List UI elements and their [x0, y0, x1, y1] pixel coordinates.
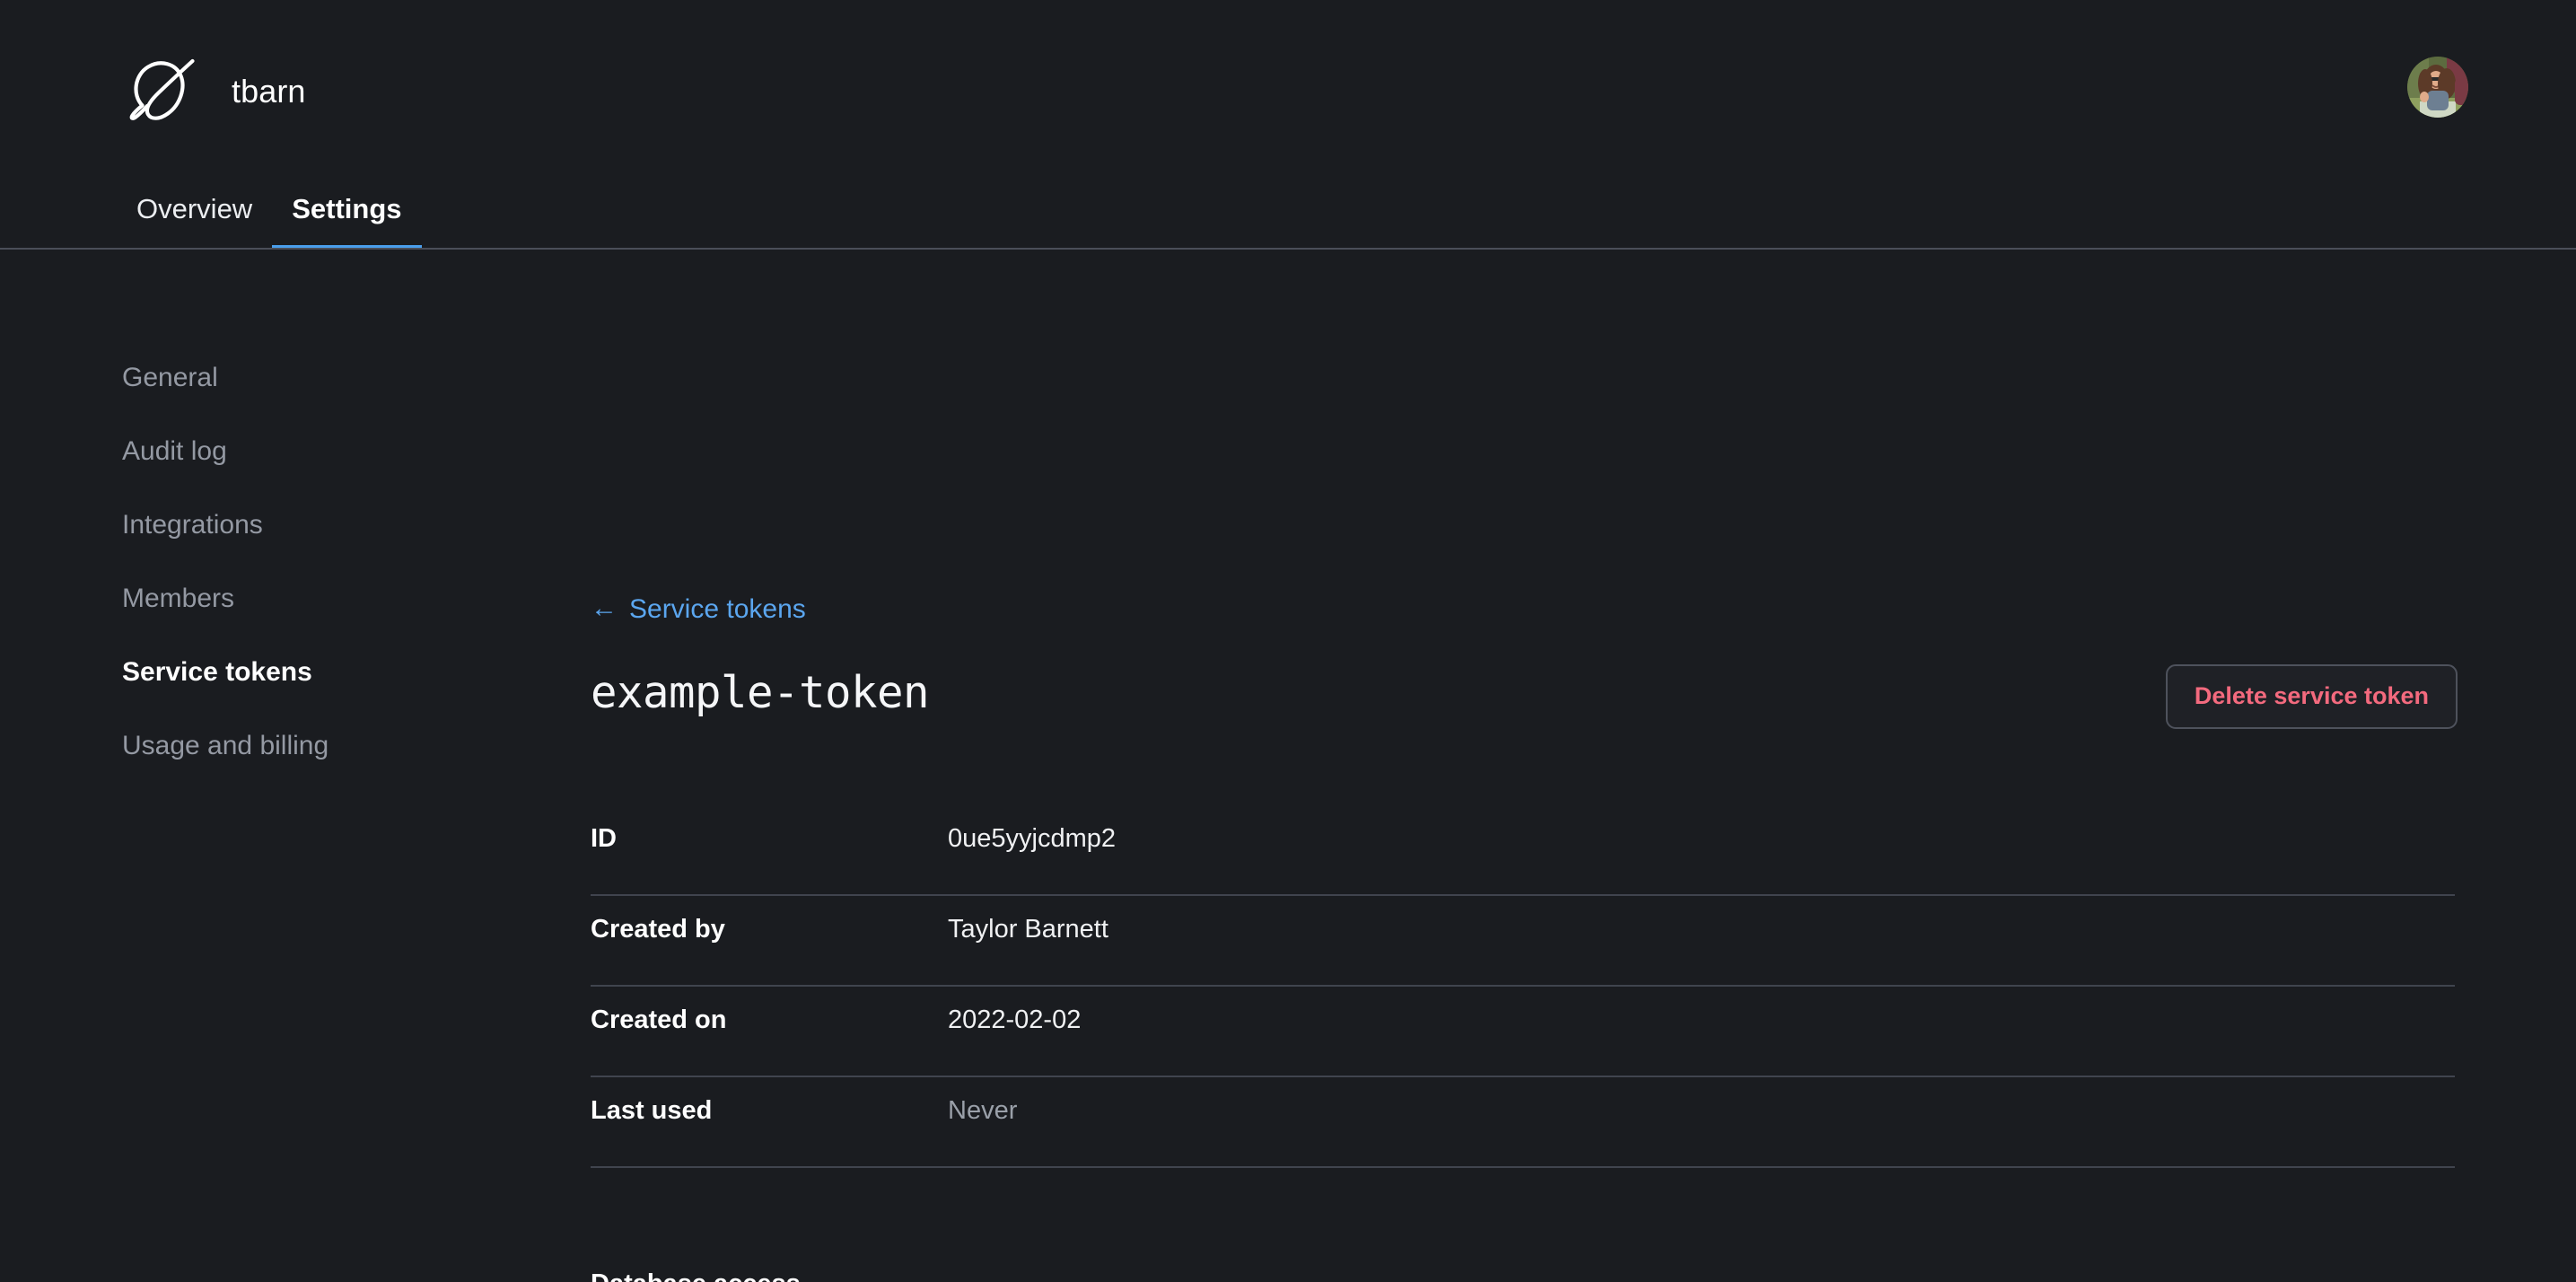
sidebar-item-general[interactable]: General: [122, 364, 499, 391]
sidebar-item-integrations[interactable]: Integrations: [122, 512, 499, 539]
detail-label-created-on: Created on: [591, 1005, 727, 1034]
tab-settings[interactable]: Settings: [272, 195, 422, 250]
detail-value-created-on: 2022-02-02: [948, 1005, 1082, 1034]
table-row: Created on 2022-02-02: [591, 987, 2455, 1077]
detail-value-created-by: Taylor Barnett: [948, 915, 1108, 944]
app-header: tbarn Overview Settings: [0, 0, 2576, 250]
detail-value-id: 0ue5yyjcdmp2: [948, 824, 1116, 853]
arrow-left-icon: ←: [591, 593, 618, 623]
title-row: example-token Delete service token: [591, 664, 2458, 746]
sidebar-item-service-tokens[interactable]: Service tokens: [122, 659, 499, 686]
sidebar-item-members[interactable]: Members: [122, 585, 499, 612]
database-access-section: Database access Add database access: [591, 1271, 2458, 1282]
sidebar-item-usage-and-billing[interactable]: Usage and billing: [122, 733, 499, 760]
detail-label-id: ID: [591, 824, 617, 853]
tab-overview[interactable]: Overview: [117, 195, 272, 250]
token-details-table: ID 0ue5yyjcdmp2 Created by Taylor Barnet…: [591, 805, 2455, 1168]
detail-label-last-used: Last used: [591, 1096, 713, 1125]
table-row: ID 0ue5yyjcdmp2: [591, 805, 2455, 896]
table-row: Created by Taylor Barnett: [591, 896, 2455, 987]
org-name: tbarn: [232, 73, 306, 110]
detail-label-created-by: Created by: [591, 915, 725, 944]
detail-value-last-used: Never: [948, 1096, 1018, 1125]
page-title: example-token: [591, 667, 930, 718]
delete-service-token-button[interactable]: Delete service token: [2165, 664, 2458, 729]
breadcrumb-back-link[interactable]: ← Service tokens: [591, 593, 806, 624]
breadcrumb-label: Service tokens: [629, 594, 806, 624]
top-tabs: Overview Settings: [117, 166, 422, 250]
main-content: ← Service tokens example-token Delete se…: [591, 250, 2458, 1282]
sidebar-item-audit-log[interactable]: Audit log: [122, 438, 499, 465]
table-row: Last used Never: [591, 1077, 2455, 1168]
avatar[interactable]: [2407, 57, 2468, 118]
slashed-circle-logo-icon: [120, 49, 205, 134]
page-body: General Audit log Integrations Members S…: [0, 250, 2576, 1282]
settings-sidebar: General Audit log Integrations Members S…: [122, 364, 499, 760]
brand[interactable]: tbarn: [120, 49, 306, 134]
database-access-heading: Database access: [591, 1271, 2458, 1282]
